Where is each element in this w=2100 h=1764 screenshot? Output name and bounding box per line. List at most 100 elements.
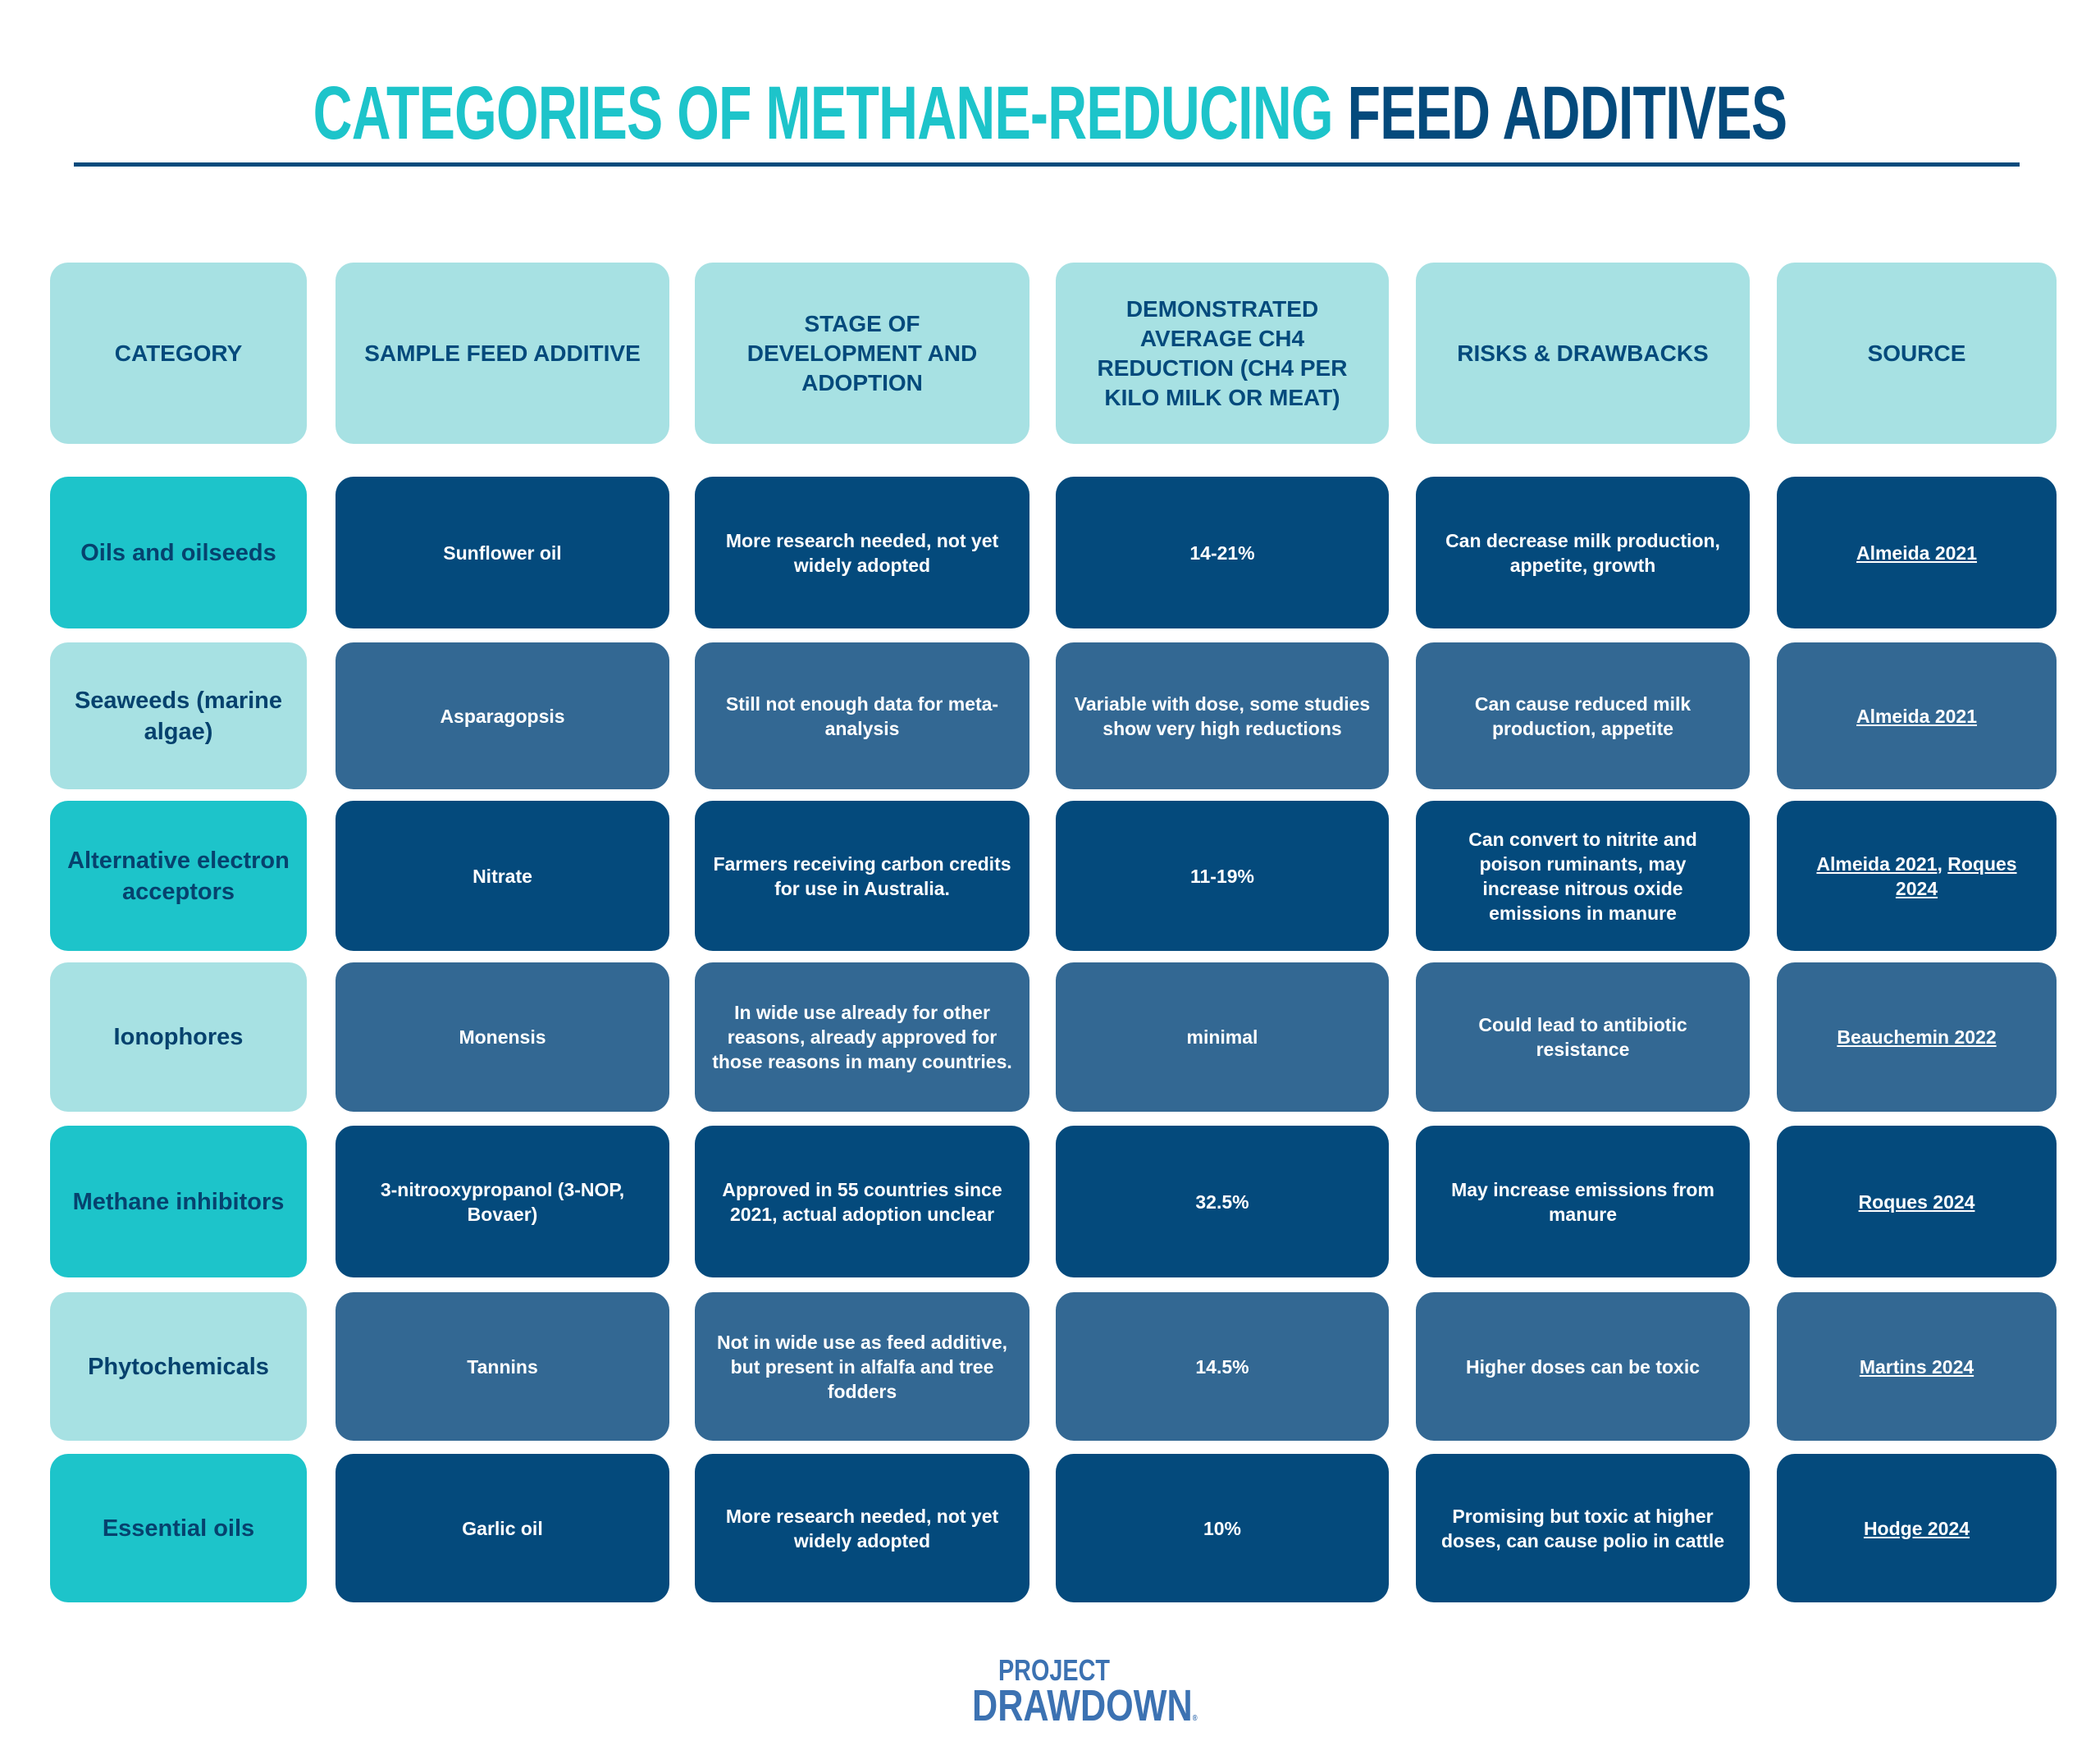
header-label: SAMPLE FEED ADDITIVE <box>364 340 641 366</box>
additive-cell: 3-nitrooxypropanol (3-NOP, Bovaer) <box>336 1126 669 1277</box>
risks-text: Can decrease milk production, appetite, … <box>1445 529 1720 576</box>
additive-cell: Asparagopsis <box>336 642 669 789</box>
risks-text: Can cause reduced milk production, appet… <box>1474 692 1691 739</box>
header-label: DEMONSTRATED AVERAGE CH4 REDUCTION (CH4 … <box>1097 295 1348 410</box>
source-cell: Almeida 2021 <box>1777 642 2057 789</box>
additive-cell: Sunflower oil <box>336 477 669 628</box>
reduction-cell: Variable with dose, some studies show ve… <box>1056 642 1389 789</box>
source-cell: Martins 2024 <box>1777 1292 2057 1441</box>
source-separator: , <box>1937 852 1948 875</box>
registered-mark: ® <box>1192 1714 1198 1723</box>
stage-text: Not in wide use as feed additive, but pr… <box>716 1331 1008 1402</box>
additive-cell: Tannins <box>336 1292 669 1441</box>
source-links: Almeida 2021 <box>1856 541 1977 565</box>
risks-cell: Higher doses can be toxic <box>1416 1292 1750 1441</box>
header-label: STAGE OF DEVELOPMENT AND ADOPTION <box>746 310 978 395</box>
category-cell: Methane inhibitors <box>50 1126 307 1277</box>
additive-text: Nitrate <box>472 865 532 887</box>
category-cell: Phytochemicals <box>50 1292 307 1441</box>
category-text: Phytochemicals <box>88 1353 269 1380</box>
logo-line-2: DRAWDOWN® <box>972 1684 1198 1728</box>
reduction-text: Variable with dose, some studies show ve… <box>1074 692 1371 739</box>
reduction-cell: 32.5% <box>1056 1126 1389 1277</box>
additive-cell: Nitrate <box>336 801 669 951</box>
header-label: CATEGORY <box>114 340 243 366</box>
stage-text: Still not enough data for meta-analysis <box>725 692 999 739</box>
reduction-cell: 14-21% <box>1056 477 1389 628</box>
category-cell: Alternative electron acceptors <box>50 801 307 951</box>
source-links: Martins 2024 <box>1860 1355 1974 1379</box>
risks-cell: Can convert to nitrite and poison rumina… <box>1416 801 1750 951</box>
risks-text: Can convert to nitrite and poison rumina… <box>1468 828 1697 924</box>
header-category: CATEGORY <box>50 263 307 444</box>
category-text: Essential oils <box>102 1515 255 1542</box>
source-link[interactable]: Beauchemin 2022 <box>1837 1026 1996 1048</box>
risks-text: May increase emissions from manure <box>1451 1178 1714 1225</box>
additive-cell: Monensis <box>336 962 669 1112</box>
additive-text: 3-nitrooxypropanol (3-NOP, Bovaer) <box>380 1178 625 1225</box>
source-cell: Roques 2024 <box>1777 1126 2057 1277</box>
category-cell: Essential oils <box>50 1454 307 1602</box>
header-label: RISKS & DRAWBACKS <box>1457 340 1709 366</box>
reduction-text: 32.5% <box>1195 1190 1249 1213</box>
stage-text: Approved in 55 countries since 2021, act… <box>722 1178 1002 1225</box>
category-cell: Ionophores <box>50 962 307 1112</box>
stage-text: In wide use already for other reasons, a… <box>712 1002 1012 1072</box>
source-links: Almeida 2021, Roques 2024 <box>1805 852 2029 901</box>
additive-text: Monensis <box>459 1026 546 1048</box>
source-link[interactable]: Martins 2024 <box>1860 1356 1974 1378</box>
header-sample-additive: SAMPLE FEED ADDITIVE <box>336 263 669 444</box>
header-source: SOURCE <box>1777 263 2057 444</box>
category-text: Methane inhibitors <box>72 1188 285 1215</box>
stage-cell: In wide use already for other reasons, a… <box>695 962 1029 1112</box>
risks-text: Higher doses can be toxic <box>1465 1355 1701 1378</box>
source-link[interactable]: Almeida 2021 <box>1856 542 1977 564</box>
reduction-text: minimal <box>1186 1026 1258 1048</box>
stage-cell: Not in wide use as feed additive, but pr… <box>695 1292 1029 1441</box>
reduction-text: 14.5% <box>1195 1355 1249 1378</box>
stage-cell: Farmers receiving carbon credits for use… <box>695 801 1029 951</box>
stage-cell: Approved in 55 countries since 2021, act… <box>695 1126 1029 1277</box>
stage-text: Farmers receiving carbon credits for use… <box>713 852 1011 899</box>
reduction-cell: 10% <box>1056 1454 1389 1602</box>
reduction-text: 14-21% <box>1189 542 1255 564</box>
header-risks: RISKS & DRAWBACKS <box>1416 263 1750 444</box>
additive-text: Garlic oil <box>462 1517 543 1539</box>
source-link[interactable]: Almeida 2021 <box>1816 853 1937 875</box>
risks-cell: Can decrease milk production, appetite, … <box>1416 477 1750 628</box>
risks-text: Promising but toxic at higher doses, can… <box>1440 1505 1725 1551</box>
reduction-cell: 14.5% <box>1056 1292 1389 1441</box>
source-links: Beauchemin 2022 <box>1837 1025 1996 1049</box>
source-link[interactable]: Hodge 2024 <box>1864 1518 1970 1539</box>
category-text: Oils and oilseeds <box>80 539 276 566</box>
risks-cell: Could lead to antibiotic resistance <box>1416 962 1750 1112</box>
stage-cell: Still not enough data for meta-analysis <box>695 642 1029 789</box>
source-links: Roques 2024 <box>1859 1190 1975 1214</box>
source-link[interactable]: Almeida 2021 <box>1856 706 1977 727</box>
project-drawdown-logo: PROJECT DRAWDOWN® <box>952 1656 1198 1729</box>
category-text: Seaweeds (marine algae) <box>74 687 283 745</box>
stage-text: More research needed, not yet widely ado… <box>725 529 999 576</box>
header-stage: STAGE OF DEVELOPMENT AND ADOPTION <box>695 263 1029 444</box>
risks-cell: Can cause reduced milk production, appet… <box>1416 642 1750 789</box>
category-cell: Seaweeds (marine algae) <box>50 642 307 789</box>
title-divider <box>74 162 2020 167</box>
category-text: Alternative electron acceptors <box>67 847 290 905</box>
additive-text: Asparagopsis <box>440 705 565 727</box>
source-links: Almeida 2021 <box>1856 704 1977 729</box>
header-reduction: DEMONSTRATED AVERAGE CH4 REDUCTION (CH4 … <box>1056 263 1389 444</box>
title-part-navy: FEED ADDITIVES <box>1347 71 1787 155</box>
additive-text: Sunflower oil <box>443 542 562 564</box>
stage-cell: More research needed, not yet widely ado… <box>695 477 1029 628</box>
source-cell: Beauchemin 2022 <box>1777 962 2057 1112</box>
reduction-cell: 11-19% <box>1056 801 1389 951</box>
source-links: Hodge 2024 <box>1864 1516 1970 1541</box>
source-link[interactable]: Roques 2024 <box>1859 1191 1975 1213</box>
category-cell: Oils and oilseeds <box>50 477 307 628</box>
stage-cell: More research needed, not yet widely ado… <box>695 1454 1029 1602</box>
risks-text: Could lead to antibiotic resistance <box>1478 1014 1687 1060</box>
header-label: SOURCE <box>1867 340 1966 366</box>
stage-text: More research needed, not yet widely ado… <box>725 1505 999 1551</box>
category-text: Ionophores <box>113 1024 244 1050</box>
logo-wordmark: DRAWDOWN <box>972 1681 1193 1730</box>
